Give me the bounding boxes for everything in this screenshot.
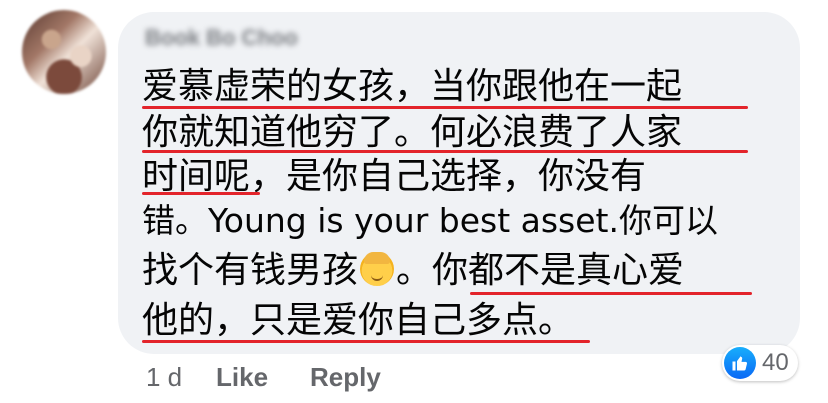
comment-line-5: 找个有钱男孩 。你都不是真心爱 xyxy=(142,250,684,292)
underline-4 xyxy=(470,292,752,295)
underline-5 xyxy=(142,340,590,343)
comment-author[interactable]: Book Bo Choo xyxy=(145,24,375,52)
comment-line-2: 你就知道他穷了。何必浪费了人家 xyxy=(142,112,683,153)
boy-emoji-icon xyxy=(360,252,395,286)
like-button[interactable]: Like xyxy=(216,362,268,393)
like-icon xyxy=(724,347,756,379)
author-name[interactable]: Book Bo Choo xyxy=(145,25,298,51)
underline-3 xyxy=(142,192,260,195)
comment-line-4: 错。Young is your best asset.你可以 xyxy=(142,201,718,240)
comment-line-6: 他的，只是爱你自己多点。 xyxy=(142,300,575,341)
avatar[interactable] xyxy=(22,10,106,94)
reaction-count: 40 xyxy=(762,349,789,376)
comment-line-5-text: 找个有钱男孩 xyxy=(142,250,359,291)
thumbs-up-icon xyxy=(732,356,748,371)
comment-line-1: 爱慕虚荣的女孩，当你跟他在一起 xyxy=(142,66,683,107)
comment-line-5-tail: 。你都不是真心爱 xyxy=(396,250,685,291)
reaction-summary[interactable]: 40 xyxy=(722,345,798,381)
reply-button[interactable]: Reply xyxy=(310,362,381,393)
underline-2 xyxy=(142,150,748,153)
timestamp[interactable]: 1 d xyxy=(146,362,182,393)
underline-1 xyxy=(142,106,748,109)
